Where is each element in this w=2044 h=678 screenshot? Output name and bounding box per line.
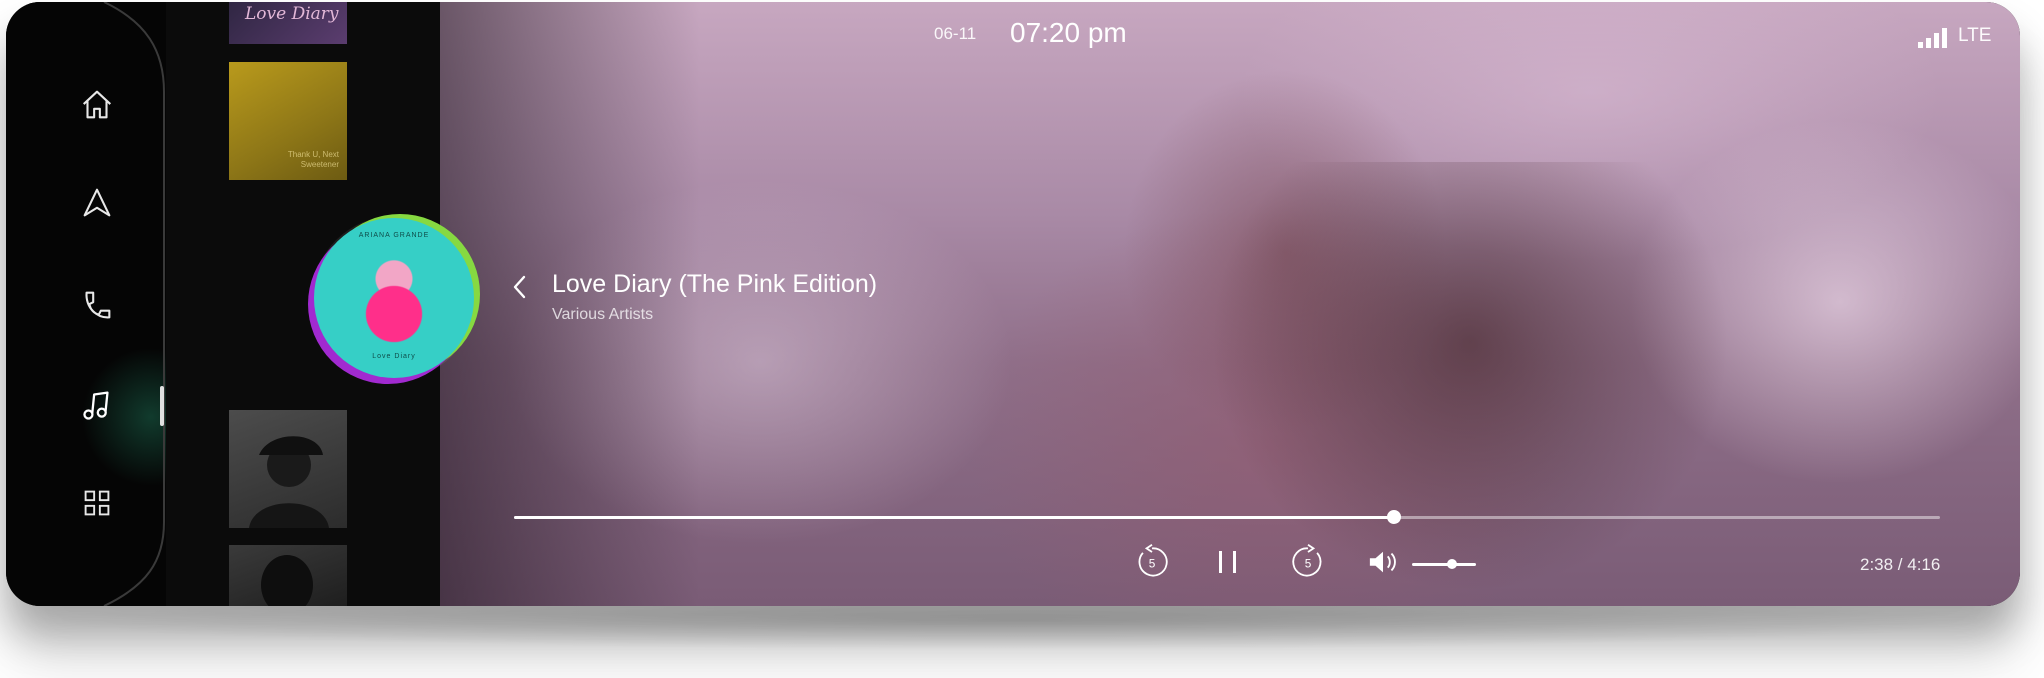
rewind-5-icon: 5 xyxy=(1138,543,1168,577)
infotainment-screen: Love Diary Thank U, Next Sweetener ARIAN… xyxy=(6,2,2020,606)
current-album-cover[interactable]: ARIANA GRANDE Love Diary xyxy=(314,218,474,378)
nav-home[interactable] xyxy=(74,82,120,128)
track-title: Love Diary (The Pink Edition) xyxy=(552,270,878,298)
navigation-icon xyxy=(83,188,111,217)
nav-navigation[interactable] xyxy=(74,180,120,226)
album-art-figure xyxy=(249,436,329,528)
forward-seconds: 5 xyxy=(1305,556,1312,570)
playback-time: 2:38 / 4:16 xyxy=(1860,555,1941,574)
current-album-title-text: Love Diary xyxy=(372,353,416,360)
home-icon xyxy=(82,90,112,119)
nav-music[interactable] xyxy=(74,382,120,428)
progress-fill xyxy=(514,516,1395,519)
current-album-artist-text: ARIANA GRANDE xyxy=(358,232,430,239)
volume-handle[interactable] xyxy=(1446,559,1457,569)
nav-apps[interactable] xyxy=(74,480,120,526)
chevron-left-icon xyxy=(513,275,526,299)
music-icon xyxy=(83,391,109,420)
rewind-seconds: 5 xyxy=(1149,556,1156,570)
album-cover[interactable]: Thank U, Next Sweetener xyxy=(229,62,347,180)
progress-bar[interactable] xyxy=(514,510,1940,524)
volume-slider[interactable] xyxy=(1412,559,1476,569)
signal-strength-icon xyxy=(1918,28,1947,48)
video-subject xyxy=(1190,162,1750,606)
rewind-button[interactable]: 5 xyxy=(1130,540,1174,584)
pause-button[interactable] xyxy=(1208,542,1248,582)
album-cover[interactable] xyxy=(229,545,347,606)
speaker-icon xyxy=(1369,551,1396,573)
forward-button[interactable]: 5 xyxy=(1286,540,1330,584)
album-cover[interactable] xyxy=(229,410,347,528)
phone-icon xyxy=(85,291,111,319)
album-cover-title: Thank U, Next Sweetener xyxy=(287,150,339,169)
forward-5-icon: 5 xyxy=(1292,543,1322,577)
nav-active-indicator xyxy=(160,386,164,426)
nav-phone[interactable] xyxy=(74,282,120,328)
album-cover-title: Love Diary xyxy=(245,4,339,24)
network-type: LTE xyxy=(1958,25,1992,46)
album-art-figure xyxy=(261,555,313,606)
back-button[interactable] xyxy=(508,272,532,302)
volume-button[interactable] xyxy=(1366,546,1400,578)
apps-grid-icon xyxy=(84,490,110,516)
track-artist: Various Artists xyxy=(552,306,654,323)
pause-icon xyxy=(1219,551,1236,573)
status-clock: 07:20 pm xyxy=(1010,17,1127,48)
status-date: 06-11 xyxy=(934,24,977,43)
album-carousel: Love Diary Thank U, Next Sweetener ARIAN… xyxy=(166,2,474,606)
album-cover[interactable]: Love Diary xyxy=(229,2,347,44)
